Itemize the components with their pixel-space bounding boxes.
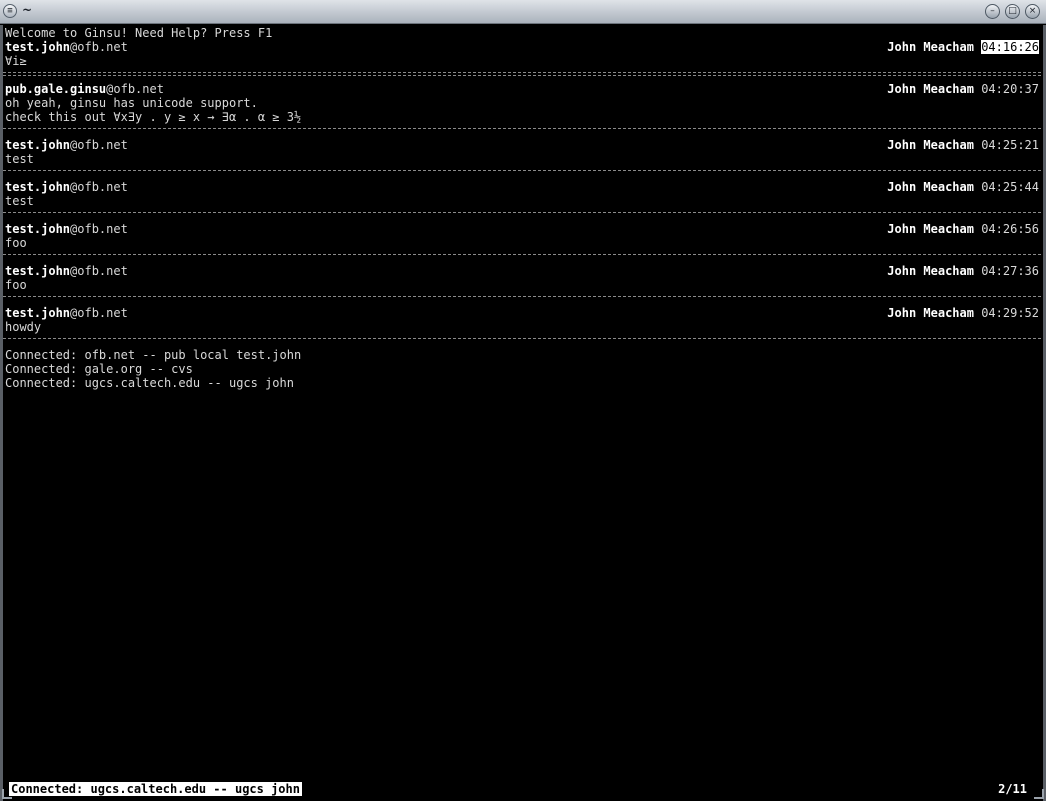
message-meta: John Meacham 04:25:44 — [887, 180, 1039, 194]
message-body-line: foo — [5, 278, 27, 292]
message-header: test.john@ofb.net — [5, 264, 128, 278]
message-author: John Meacham — [887, 222, 974, 236]
resize-corner-right[interactable] — [1034, 789, 1044, 799]
message-category[interactable]: test.john — [5, 222, 70, 236]
message-timestamp: 04:25:44 — [981, 180, 1039, 194]
status-text: Connected: ugcs.caltech.edu -- ugcs john — [9, 782, 302, 796]
message-category[interactable]: test.john — [5, 180, 70, 194]
message-separator — [3, 338, 1041, 339]
message-body-line: test — [5, 194, 34, 208]
message-area[interactable]: Welcome to Ginsu! Need Help? Press F1 te… — [3, 25, 1043, 801]
message-header: pub.gale.ginsu@ofb.net — [5, 82, 164, 96]
message-timestamp: 04:25:21 — [981, 138, 1039, 152]
message-body-line: check this out ∀x∃y . y ≥ x → ∃α . α ≥ 3… — [5, 110, 302, 124]
message-header: test.john@ofb.net — [5, 180, 128, 194]
message-separator — [3, 254, 1041, 255]
message-separator — [3, 212, 1041, 213]
message-author: John Meacham — [887, 264, 974, 278]
message-domain: @ofb.net — [70, 306, 128, 320]
message-meta: John Meacham 04:27:36 — [887, 264, 1039, 278]
status-bar: Connected: ugcs.caltech.edu -- ugcs john… — [3, 781, 1043, 797]
message-separator — [3, 72, 1041, 76]
message-body-line: ∀i≥ — [5, 54, 27, 68]
terminal-window: ≡ ~ – □ × Welcome to Ginsu! Need Help? P… — [0, 0, 1046, 801]
message-timestamp: 04:20:37 — [981, 82, 1039, 96]
message-domain: @ofb.net — [106, 82, 164, 96]
connection-line: Connected: ofb.net -- pub local test.joh… — [5, 348, 302, 362]
maximize-icon[interactable]: □ — [1005, 4, 1020, 19]
message-timestamp: 04:29:52 — [981, 306, 1039, 320]
connection-line: Connected: gale.org -- cvs — [5, 362, 193, 376]
message-author: John Meacham — [887, 138, 974, 152]
resize-corner-left[interactable] — [2, 789, 12, 799]
message-category[interactable]: test.john — [5, 306, 70, 320]
message-domain: @ofb.net — [70, 264, 128, 278]
message-meta: John Meacham 04:26:56 — [887, 222, 1039, 236]
message-category[interactable]: test.john — [5, 40, 70, 54]
message-domain: @ofb.net — [70, 222, 128, 236]
message-meta: John Meacham 04:29:52 — [887, 306, 1039, 320]
message-meta: John Meacham 04:16:26 — [887, 40, 1039, 54]
title-bar[interactable]: ≡ ~ – □ × — [0, 0, 1046, 24]
message-body-line: foo — [5, 236, 27, 250]
message-header: test.john@ofb.net — [5, 40, 128, 54]
message-category[interactable]: pub.gale.ginsu — [5, 82, 106, 96]
message-timestamp: 04:16:26 — [981, 40, 1039, 54]
message-category[interactable]: test.john — [5, 138, 70, 152]
message-author: John Meacham — [887, 40, 974, 54]
message-meta: John Meacham 04:20:37 — [887, 82, 1039, 96]
message-body-line: oh yeah, ginsu has unicode support. — [5, 96, 258, 110]
connection-line: Connected: ugcs.caltech.edu -- ugcs john — [5, 376, 294, 390]
message-body-line: test — [5, 152, 34, 166]
window-menu-icon[interactable]: ≡ — [3, 4, 17, 18]
minimize-icon[interactable]: – — [985, 4, 1000, 19]
message-timestamp: 04:27:36 — [981, 264, 1039, 278]
close-icon[interactable]: × — [1025, 4, 1040, 19]
message-header: test.john@ofb.net — [5, 138, 128, 152]
message-domain: @ofb.net — [70, 138, 128, 152]
message-separator — [3, 128, 1041, 129]
message-body-line: howdy — [5, 320, 42, 334]
message-domain: @ofb.net — [70, 180, 128, 194]
message-category[interactable]: test.john — [5, 264, 70, 278]
message-header: test.john@ofb.net — [5, 306, 128, 320]
message-header: test.john@ofb.net — [5, 222, 128, 236]
message-separator — [3, 170, 1041, 171]
welcome-text: Welcome to Ginsu! Need Help? Press F1 — [5, 26, 273, 40]
message-author: John Meacham — [887, 82, 974, 96]
message-author: John Meacham — [887, 180, 974, 194]
message-separator — [3, 296, 1041, 297]
message-author: John Meacham — [887, 306, 974, 320]
message-meta: John Meacham 04:25:21 — [887, 138, 1039, 152]
page-count: 2/11 — [998, 782, 1027, 796]
message-domain: @ofb.net — [70, 40, 128, 54]
window-title: ~ — [22, 3, 33, 17]
message-timestamp: 04:26:56 — [981, 222, 1039, 236]
